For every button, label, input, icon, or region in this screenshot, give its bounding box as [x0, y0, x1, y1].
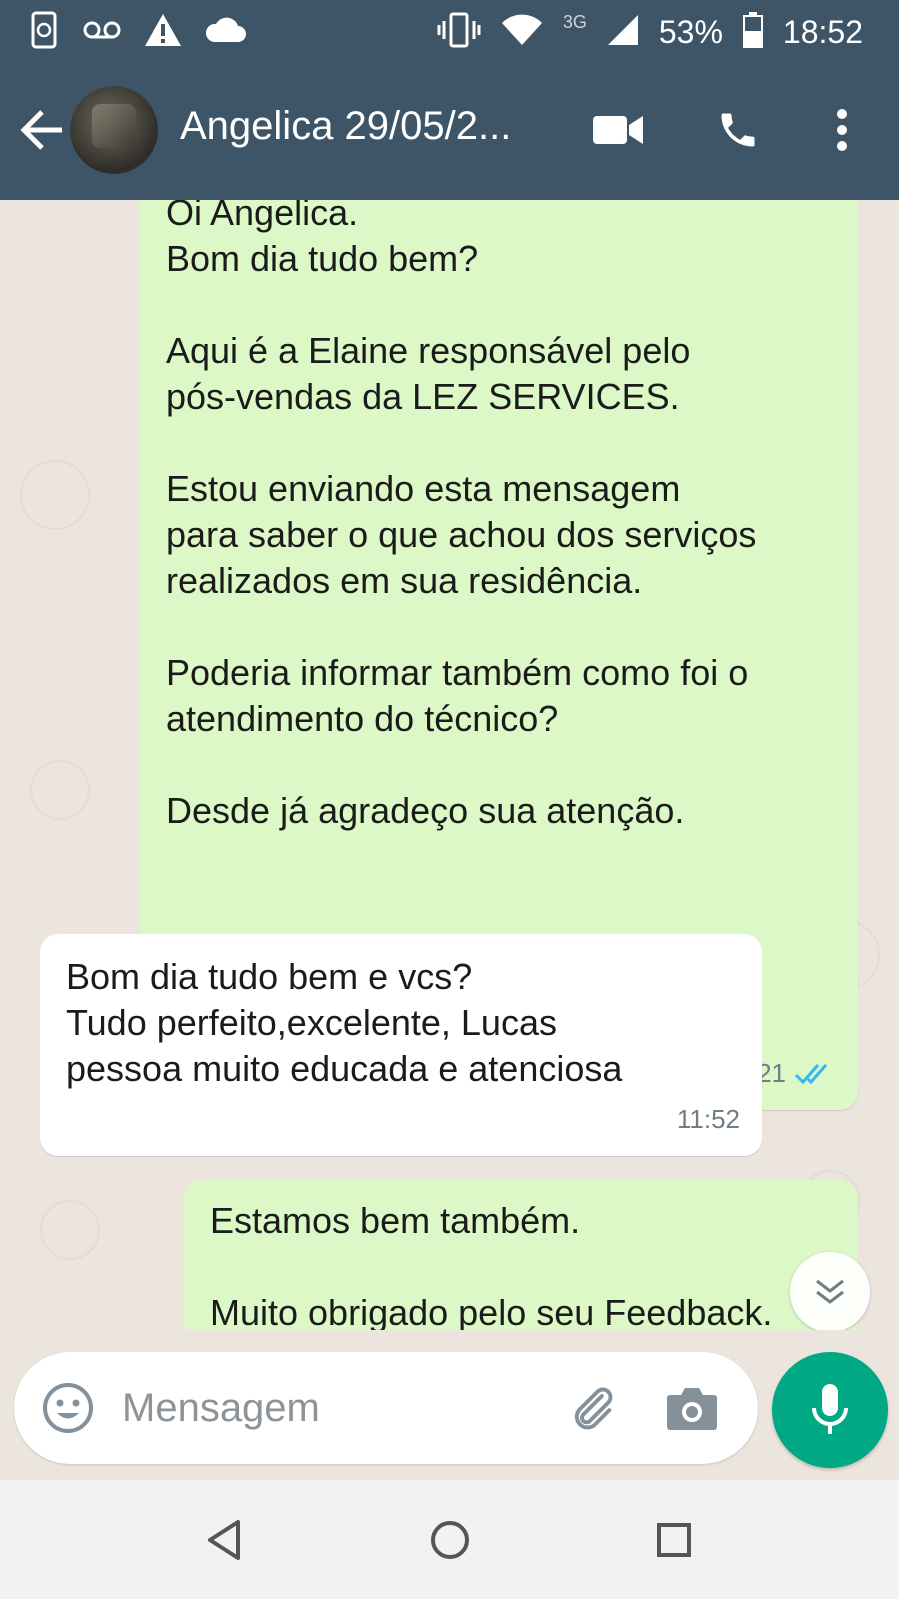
more-options-button[interactable] — [812, 100, 872, 160]
status-left-icons — [30, 10, 246, 54]
emoji-button[interactable] — [40, 1380, 96, 1436]
microphone-icon — [812, 1384, 848, 1434]
message-outgoing[interactable]: Estamos bem também. Muito obrigado pelo … — [184, 1180, 858, 1330]
network-type: 3G — [562, 11, 587, 32]
voice-call-button[interactable] — [708, 100, 768, 160]
status-bar: 3G 53% 18:52 — [0, 0, 899, 64]
nav-home-icon — [431, 1521, 469, 1559]
video-call-icon — [593, 116, 643, 144]
battery-icon — [742, 11, 763, 53]
wifi-icon — [501, 14, 543, 51]
status-right-icons: 3G 53% 18:52 — [437, 10, 863, 54]
message-meta: 11:52 — [677, 1096, 740, 1142]
voice-record-button[interactable] — [772, 1352, 888, 1468]
nav-back-icon — [208, 1520, 240, 1560]
camera-button[interactable] — [664, 1380, 720, 1436]
clock: 18:52 — [782, 13, 863, 50]
attach-button[interactable] — [564, 1380, 620, 1436]
cloud-icon — [204, 16, 246, 49]
contact-name[interactable]: Angelica 29/05/2... — [180, 104, 560, 149]
emoji-icon — [43, 1383, 93, 1433]
nav-recents-icon — [657, 1523, 691, 1557]
vibrate-icon — [437, 11, 481, 54]
phone-sync-icon — [30, 11, 60, 54]
video-call-button[interactable] — [588, 100, 648, 160]
chat-area[interactable]: Oi Angelica. Bom dia tudo bem? Aqui é a … — [0, 200, 899, 1330]
scroll-to-bottom-button[interactable] — [790, 1252, 870, 1330]
message-composer — [14, 1352, 758, 1464]
camera-icon — [667, 1388, 717, 1430]
back-button[interactable] — [18, 102, 66, 158]
read-receipt-icon — [794, 1064, 828, 1085]
battery-percent: 53% — [658, 13, 723, 50]
more-vert-icon — [837, 109, 847, 151]
warning-icon — [144, 13, 182, 52]
message-text: Oi Angelica. Bom dia tudo bem? Aqui é a … — [166, 200, 757, 831]
message-text: Estamos bem também. Muito obrigado pelo … — [210, 1200, 773, 1330]
message-incoming[interactable]: Bom dia tudo bem e vcs? Tudo perfeito,ex… — [40, 934, 762, 1156]
nav-home-button[interactable] — [422, 1512, 478, 1568]
chat-header: Angelica 29/05/2... — [0, 64, 899, 200]
phone-icon — [721, 113, 755, 147]
nav-recents-button[interactable] — [646, 1512, 702, 1568]
message-input[interactable] — [122, 1380, 542, 1436]
message-text: Bom dia tudo bem e vcs? Tudo perfeito,ex… — [66, 956, 623, 1089]
system-nav-bar — [0, 1480, 899, 1599]
back-arrow-icon — [20, 110, 62, 150]
contact-avatar[interactable] — [70, 86, 158, 174]
message-time: 11:52 — [676, 1104, 740, 1134]
nav-back-button[interactable] — [196, 1512, 252, 1568]
signal-icon — [607, 14, 639, 51]
double-chevron-down-icon — [816, 1279, 844, 1304]
paperclip-icon — [574, 1387, 613, 1430]
voicemail-icon — [82, 18, 122, 47]
